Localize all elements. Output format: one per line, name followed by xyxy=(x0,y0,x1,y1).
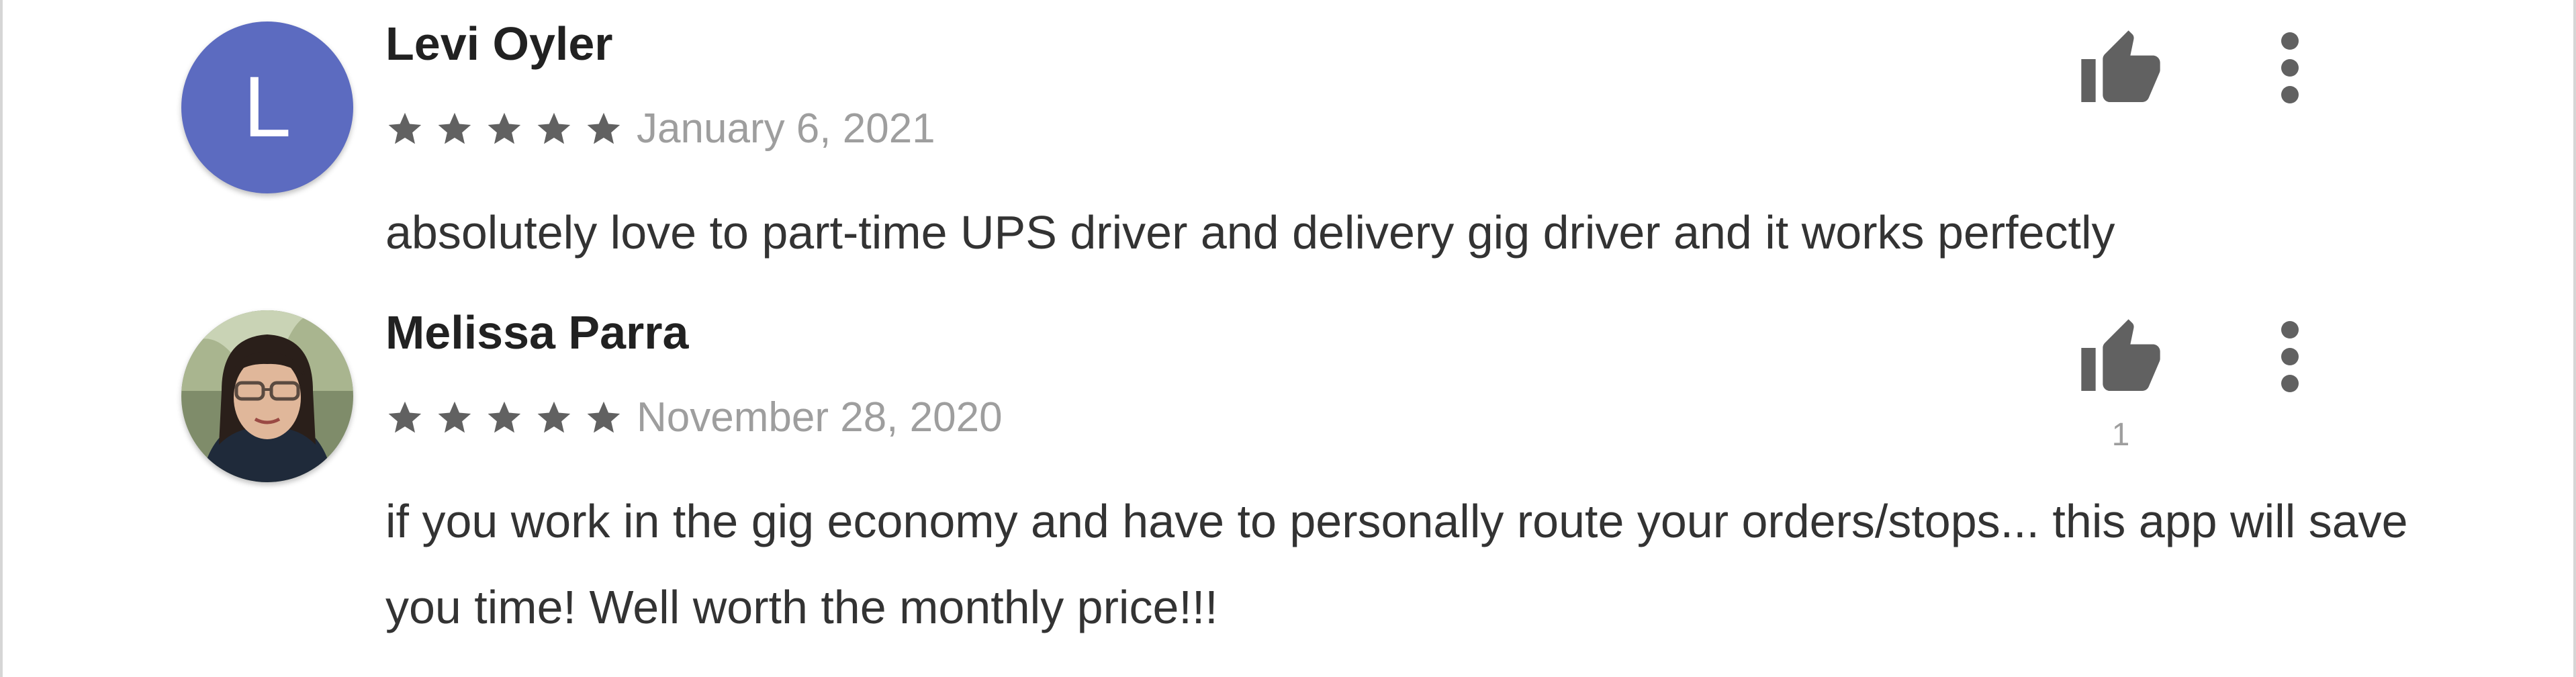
rating-row: November 28, 2020 xyxy=(385,391,1003,445)
thumbs-up-icon[interactable] xyxy=(2078,316,2164,402)
star-icon xyxy=(587,112,620,144)
like-count: 1 xyxy=(2111,417,2130,453)
review-text: absolutely love to part-time UPS driver … xyxy=(385,206,2115,259)
star-icon xyxy=(438,112,471,144)
star-icon xyxy=(488,112,521,144)
star-rating xyxy=(385,398,634,437)
star-icon xyxy=(438,401,471,433)
star-rating xyxy=(385,109,634,148)
avatar[interactable] xyxy=(181,310,353,482)
rating-row: January 6, 2021 xyxy=(385,102,935,156)
profile-photo xyxy=(181,310,353,482)
review-date: November 28, 2020 xyxy=(637,394,1003,441)
review-text: if you work in the gig economy and have … xyxy=(385,495,2408,633)
star-icon xyxy=(488,401,521,433)
reviewer-name: Melissa Parra xyxy=(385,306,689,359)
star-icon xyxy=(537,112,571,144)
star-icon xyxy=(587,401,620,433)
more-options-icon[interactable] xyxy=(2270,320,2310,394)
frame-border-right xyxy=(2573,0,2576,677)
star-icon xyxy=(537,401,571,433)
star-icon xyxy=(388,112,422,144)
review-date: January 6, 2021 xyxy=(637,105,935,152)
frame-border-left xyxy=(0,0,3,677)
reviewer-name: Levi Oyler xyxy=(385,17,613,70)
star-icon xyxy=(388,401,422,433)
avatar[interactable]: L xyxy=(181,21,353,193)
more-options-icon[interactable] xyxy=(2270,31,2310,105)
thumbs-up-icon[interactable] xyxy=(2078,27,2164,113)
